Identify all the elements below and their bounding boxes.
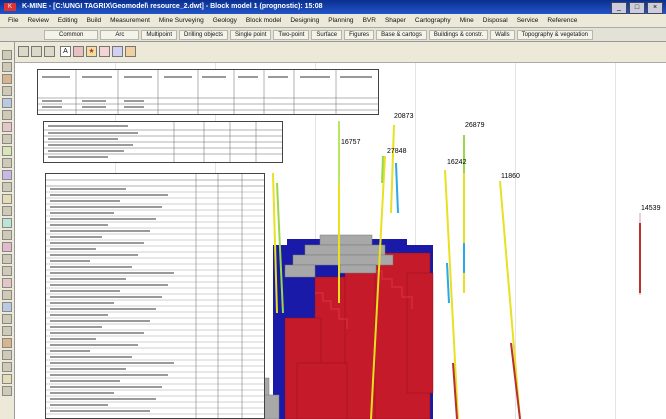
grid-icon[interactable] <box>2 302 12 312</box>
polyline-icon[interactable] <box>2 134 12 144</box>
tab-two-point[interactable]: Two-point <box>273 29 310 40</box>
export-icon[interactable] <box>2 362 12 372</box>
menu-service[interactable]: Service <box>517 17 539 24</box>
layer-icon[interactable] <box>2 326 12 336</box>
scale-icon[interactable] <box>2 290 12 300</box>
performance-table <box>45 173 265 419</box>
menu-cartography[interactable]: Cartography <box>415 17 451 24</box>
summary-table-middle-grid <box>44 122 282 162</box>
extend-icon[interactable] <box>2 266 12 276</box>
well-label: 11860 <box>501 173 520 180</box>
tab-surface[interactable]: Surface <box>311 29 343 40</box>
star-icon[interactable]: ★ <box>86 46 97 57</box>
brush-icon[interactable] <box>125 46 136 57</box>
dimension-icon[interactable] <box>2 206 12 216</box>
well-trace-27848 <box>370 155 386 419</box>
summary-table-grid <box>38 70 378 114</box>
menu-mine[interactable]: Mine <box>460 17 474 24</box>
menu-file[interactable]: File <box>8 17 18 24</box>
left-toolbar <box>0 42 15 419</box>
move-icon[interactable] <box>2 218 12 228</box>
menu-bar: File Review Editing Build Measurement Mi… <box>0 14 666 28</box>
well-trace-20873 <box>390 124 399 214</box>
save-icon[interactable] <box>44 46 55 57</box>
hatch-icon[interactable] <box>2 194 12 204</box>
menu-review[interactable]: Review <box>27 17 48 24</box>
well-label: 20873 <box>394 113 414 120</box>
close-button[interactable]: × <box>647 2 663 14</box>
line-icon[interactable] <box>2 122 12 132</box>
menu-reference[interactable]: Reference <box>547 17 577 24</box>
app-logo: K <box>4 3 16 11</box>
well-label: 16757 <box>341 139 361 146</box>
pan-icon[interactable] <box>2 62 12 72</box>
arc-icon[interactable] <box>2 170 12 180</box>
title-bar: K K-MINE - [C:\UNGI TAGRIX\Geomodel\ res… <box>0 0 666 14</box>
tab-arc[interactable]: Arc <box>100 29 140 40</box>
3d-viewport[interactable]: 16757 20873 27848 26879 16242 11860 1453… <box>15 63 666 419</box>
pen-icon[interactable] <box>73 46 84 57</box>
settings-icon[interactable] <box>2 374 12 384</box>
layers-icon[interactable] <box>112 46 123 57</box>
select-icon[interactable] <box>2 50 12 60</box>
erase-icon[interactable] <box>2 278 12 288</box>
tab-buildings[interactable]: Buildings & constr. <box>428 29 489 40</box>
well-label: 16242 <box>447 159 467 166</box>
menu-mine-surveying[interactable]: Mine Surveying <box>159 17 204 24</box>
menu-shaper[interactable]: Shaper <box>385 17 406 24</box>
menu-designing[interactable]: Designing <box>290 17 319 24</box>
well-label: 26879 <box>465 122 485 129</box>
tab-multipoint[interactable]: Multipoint <box>141 29 178 40</box>
circle-icon[interactable] <box>2 158 12 168</box>
new-icon[interactable] <box>18 46 29 57</box>
rotate-icon[interactable] <box>2 86 12 96</box>
zoom-icon[interactable] <box>2 74 12 84</box>
shape-icon[interactable] <box>99 46 110 57</box>
tab-single-point[interactable]: Single point <box>230 29 272 40</box>
tab-topography[interactable]: Topography & vegetation <box>516 29 594 40</box>
tab-drilling-objects[interactable]: Drilling objects <box>179 29 229 40</box>
menu-measurement[interactable]: Measurement <box>110 17 150 24</box>
trim-icon[interactable] <box>2 254 12 264</box>
mirror-icon[interactable] <box>2 242 12 252</box>
main-toolbar: A ★ <box>14 42 666 63</box>
print-icon[interactable] <box>2 350 12 360</box>
properties-icon[interactable] <box>2 338 12 348</box>
open-icon[interactable] <box>31 46 42 57</box>
window-controls: _ □ × <box>611 2 663 14</box>
object-tab-bar: Common Arc Multipoint Drilling objects S… <box>0 28 666 42</box>
tab-figures[interactable]: Figures <box>344 29 375 40</box>
maximize-button[interactable]: □ <box>629 2 645 14</box>
polygon-icon[interactable] <box>2 146 12 156</box>
menu-disposal[interactable]: Disposal <box>483 17 508 24</box>
point-icon[interactable] <box>2 182 12 192</box>
menu-editing[interactable]: Editing <box>58 17 78 24</box>
text-icon[interactable]: A <box>60 46 71 57</box>
menu-bvr[interactable]: BVR <box>363 17 376 24</box>
view-icon[interactable] <box>2 98 12 108</box>
menu-build[interactable]: Build <box>87 17 101 24</box>
help-icon[interactable] <box>2 386 12 396</box>
minimize-button[interactable]: _ <box>611 2 627 14</box>
copy-icon[interactable] <box>2 230 12 240</box>
well-trace-16242 <box>444 169 459 419</box>
well-trace-11860 <box>499 180 521 419</box>
tab-walls[interactable]: Walls <box>490 29 515 40</box>
summary-table-middle <box>43 121 283 163</box>
tab-common[interactable]: Common <box>44 29 99 40</box>
well-label: 27848 <box>387 148 407 155</box>
summary-table-top <box>37 69 379 115</box>
window-title: K-MINE - [C:\UNGI TAGRIX\Geomodel\ resou… <box>22 3 323 10</box>
menu-block-model[interactable]: Block model <box>246 17 281 24</box>
menu-geology[interactable]: Geology <box>213 17 237 24</box>
snap-icon[interactable] <box>2 314 12 324</box>
measure-icon[interactable] <box>2 110 12 120</box>
tab-base-cartogs[interactable]: Base & cartogs <box>376 29 427 40</box>
well-label: 14539 <box>641 205 661 212</box>
menu-planning[interactable]: Planning <box>328 17 353 24</box>
performance-table-grid <box>46 174 264 418</box>
